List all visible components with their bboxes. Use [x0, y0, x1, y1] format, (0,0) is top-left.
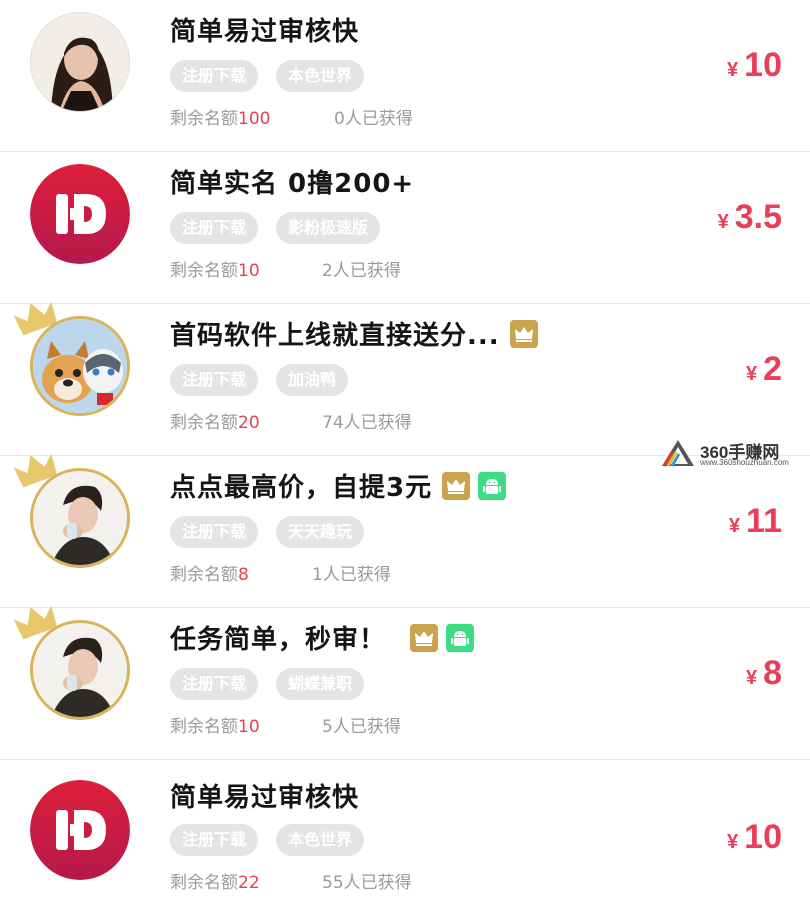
- app-logo-icon: [30, 780, 130, 880]
- tag-type: 注册下载: [170, 60, 259, 92]
- tag-group: 注册下载 本色世界: [170, 824, 382, 856]
- task-row[interactable]: 简单易过审核快 注册下载 本色世界 剩余名额22 55人已获得 ¥10: [0, 760, 810, 900]
- price-amount: 8: [763, 654, 782, 692]
- task-row[interactable]: 点点最高价，自提3元 注册下载 天天趣玩 剩余名额8 1人已获得 ¥11: [0, 453, 810, 608]
- tag-group: 注册下载 蝴蝶兼职: [170, 668, 382, 700]
- task-row[interactable]: 任务简单，秒审！ 注册下载 蝴蝶兼职 剩余名额10 5人已获得 ¥8: [0, 605, 810, 760]
- task-meta: 剩余名额8 1人已获得: [170, 560, 391, 585]
- tag-app: 影粉极速版: [276, 212, 381, 244]
- reward-price: ¥11: [729, 502, 782, 541]
- currency-symbol: ¥: [728, 515, 741, 537]
- portrait-avatar: [30, 12, 130, 112]
- tag-app: 本色世界: [276, 60, 365, 92]
- remaining-count: 8: [238, 565, 249, 585]
- task-meta: 剩余名额10 2人已获得: [170, 256, 401, 281]
- reward-price: ¥10: [727, 818, 782, 857]
- tag-type: 注册下载: [170, 364, 259, 396]
- site-watermark: 360手赚网 www.360shouzhuan.com: [660, 436, 810, 470]
- currency-symbol: ¥: [727, 59, 739, 81]
- remaining-count: 100: [238, 109, 271, 129]
- crown-badge-icon: [509, 319, 538, 348]
- reward-price: ¥8: [746, 654, 782, 693]
- remaining-count: 22: [238, 873, 260, 893]
- price-amount: 10: [744, 818, 782, 856]
- tag-app: 加油鸭: [276, 364, 349, 396]
- obtained-count: 2人已获得: [322, 261, 401, 281]
- task-meta: 剩余名额20 74人已获得: [170, 408, 412, 433]
- avatar: [14, 605, 130, 720]
- remaining-count: 10: [238, 261, 260, 281]
- android-badge-icon: [446, 623, 475, 652]
- price-amount: 3.5: [734, 198, 782, 236]
- tag-type: 注册下载: [170, 668, 259, 700]
- crown-badge-icon: [442, 471, 471, 500]
- avatar: [14, 453, 130, 568]
- task-meta: 剩余名额10 5人已获得: [170, 712, 401, 737]
- tag-type: 注册下载: [170, 212, 259, 244]
- remaining-label: 剩余名额: [170, 565, 238, 585]
- reward-price: ¥10: [727, 46, 782, 85]
- remaining-count: 20: [238, 413, 260, 433]
- avatar: [30, 780, 130, 880]
- tag-group: 注册下载 天天趣玩: [170, 516, 382, 548]
- obtained-count: 5人已获得: [322, 717, 401, 737]
- remaining-label: 剩余名额: [170, 413, 238, 433]
- tag-type: 注册下载: [170, 516, 259, 548]
- price-amount: 11: [746, 502, 782, 540]
- watermark-url: www.360shouzhuan.com: [700, 458, 789, 467]
- reward-price: ¥3.5: [718, 198, 782, 237]
- android-badge-icon: [478, 471, 507, 500]
- task-title: 简单实名 0撸200+: [170, 169, 415, 199]
- obtained-count: 1人已获得: [312, 565, 391, 585]
- currency-symbol: ¥: [745, 363, 758, 385]
- watermark-logo-icon: [662, 440, 694, 467]
- task-meta: 剩余名额22 55人已获得: [170, 868, 412, 893]
- price-amount: 2: [763, 350, 782, 388]
- tag-group: 注册下载 影粉极速版: [170, 212, 398, 244]
- task-meta: 剩余名额100 0人已获得: [170, 104, 413, 129]
- tag-group: 注册下载 本色世界: [170, 60, 382, 92]
- task-title: 点点最高价，自提3元: [170, 470, 507, 506]
- remaining-label: 剩余名额: [170, 109, 238, 129]
- task-row[interactable]: 简单实名 0撸200+ 注册下载 影粉极速版 剩余名额10 2人已获得 ¥3.5: [0, 152, 810, 304]
- currency-symbol: ¥: [745, 667, 758, 689]
- crown-badge-icon: [410, 623, 439, 652]
- obtained-count: 74人已获得: [322, 413, 412, 433]
- portrait-avatar: [30, 620, 130, 720]
- dog-avatar: [30, 316, 130, 416]
- task-row[interactable]: 简单易过审核快 注册下载 本色世界 剩余名额100 0人已获得 ¥10: [0, 0, 810, 152]
- tag-type: 注册下载: [170, 824, 259, 856]
- task-title: 首码软件上线就直接送分...: [170, 318, 538, 354]
- reward-price: ¥2: [746, 350, 782, 389]
- remaining-label: 剩余名额: [170, 717, 238, 737]
- price-amount: 10: [744, 46, 782, 84]
- avatar: [14, 301, 130, 416]
- remaining-label: 剩余名额: [170, 873, 238, 893]
- app-logo-icon: [30, 164, 130, 264]
- task-title: 任务简单，秒审！: [170, 622, 475, 658]
- task-title: 简单易过审核快: [170, 17, 360, 47]
- avatar: [30, 12, 130, 112]
- currency-symbol: ¥: [727, 831, 739, 853]
- remaining-label: 剩余名额: [170, 261, 238, 281]
- tag-app: 蝴蝶兼职: [276, 668, 365, 700]
- task-row[interactable]: 首码软件上线就直接送分... 注册下载 加油鸭 剩余名额20 74人已获得 ¥2: [0, 301, 810, 456]
- tag-group: 注册下载 加油鸭: [170, 364, 366, 396]
- tag-app: 天天趣玩: [276, 516, 365, 548]
- obtained-count: 55人已获得: [322, 873, 412, 893]
- remaining-count: 10: [238, 717, 260, 737]
- currency-symbol: ¥: [717, 211, 729, 233]
- avatar: [30, 164, 130, 264]
- portrait-avatar: [30, 468, 130, 568]
- obtained-count: 0人已获得: [334, 109, 413, 129]
- task-title: 简单易过审核快: [170, 783, 360, 813]
- tag-app: 本色世界: [276, 824, 365, 856]
